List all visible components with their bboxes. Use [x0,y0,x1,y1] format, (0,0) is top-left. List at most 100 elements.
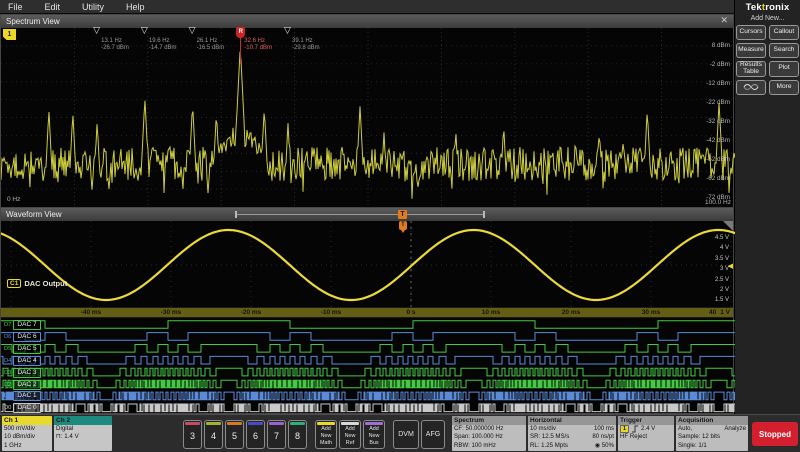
peak-marker-icon[interactable]: ▽ [93,26,100,35]
spectrum-y-label: -42 dBm [706,137,730,144]
volt-axis-label: 3 V [720,266,729,272]
digital-channel-name: DAC 4 [13,356,40,366]
time-axis-label: -40 ms [81,309,102,316]
digital-channel-id: D6 [4,334,11,340]
cursors-button[interactable]: Cursors [736,25,766,40]
analog-sine-trace [1,221,735,307]
horizontal-badge-row: RL: 1.25 Mpts◉ 50% [530,442,614,450]
menu-item-utility[interactable]: Utility [82,2,104,12]
reference-marker-icon[interactable]: R [236,27,245,38]
channel-6-button[interactable]: 6 [246,420,265,449]
panel-resize-grip[interactable] [723,221,733,231]
waveform-view-header[interactable]: Waveform View T [1,208,733,221]
ch2-badge-row: Digital [56,425,110,433]
time-axis-label: 10 ms [482,309,500,316]
acquisition-badge-row: Single: 1/1 [678,442,746,450]
callout-button[interactable]: Callout [769,25,799,40]
ch2-badge-title: Ch 2 [54,416,112,425]
more-button[interactable]: More [769,80,799,95]
add-button-label: AddNewBus [364,425,384,446]
ch1-badge-title: Ch 1 [2,416,52,425]
ch1-badge[interactable]: Ch 1 500 mV/div10 dBm/div1 GHz [2,416,52,451]
add-new-ref-button[interactable]: AddNewRef [339,420,361,449]
run-stop-button[interactable]: Stopped [752,422,798,446]
measure-button[interactable]: Measure [736,43,766,58]
plot-button[interactable]: Plot [769,61,799,77]
close-icon[interactable]: ✕ [720,15,728,26]
channel-8-button[interactable]: 8 [288,420,307,449]
add-new-math-button[interactable]: AddNewMath [315,420,337,449]
spectrum-view-header[interactable]: Spectrum View ✕ [1,15,733,28]
trigger-position-flag[interactable]: T [398,210,407,219]
acquisition-badge-row: Sample: 12 bits [678,433,746,441]
results-table-button[interactable]: Results Table [736,61,766,77]
mask-test-icon [743,82,759,92]
spectrum-view-title: Spectrum View [6,17,60,26]
digital-channel-label-dac-6[interactable]: D6DAC 6 [4,332,41,342]
digital-channel-name: DAC 2 [13,380,40,390]
menu-item-edit[interactable]: Edit [45,2,61,12]
acquisition-badge-row: Auto,Analyze [678,425,746,433]
ch2-badge[interactable]: Ch 2 Digital⊓: 1.4 V [54,416,112,451]
peak-marker-icon[interactable]: ▽ [189,26,196,35]
status-bar: Ch 1 500 mV/div10 dBm/div1 GHz Ch 2 Digi… [0,414,800,452]
acquisition-badge-title: Acquisition [676,416,748,425]
ch1-badge-row: 500 mV/div [4,425,50,433]
channel-4-button[interactable]: 4 [204,420,223,449]
afg-button[interactable]: AFG [421,420,445,449]
volt-axis-label: 1.5 V [715,297,729,303]
spectrum-badge[interactable]: Spectrum CF: 50.000000 HzSpan: 100.000 H… [452,416,526,451]
callout-text: DAC Output [24,279,67,288]
channel-callout[interactable]: C1 DAC Output [7,279,67,288]
digital-channel-label-dac-0[interactable]: D0DAC 0 [4,403,41,413]
peak-marker-icon[interactable]: ▽ [141,26,148,35]
digital-channel-id: D3 [4,370,11,376]
time-axis-label: -10 ms [321,309,342,316]
digital-channel-label-dac-3[interactable]: D3DAC 3 [4,368,41,378]
digital-channel-label-dac-5[interactable]: D5DAC 5 [4,344,41,354]
digital-channel-label-dac-4[interactable]: D4DAC 4 [4,356,41,366]
zoom-pan-scrollbar[interactable] [235,211,485,218]
menu-item-help[interactable]: Help [126,2,145,12]
ch1-badge-body: 500 mV/div10 dBm/div1 GHz [2,425,52,451]
waveform-view-panel: Waveform View T T C1 DAC Output ◀ 4.5 V4… [0,207,734,414]
digital-channel-label-dac-2[interactable]: D2DAC 2 [4,380,41,390]
mask-test-button[interactable] [736,80,766,95]
dvm-button[interactable]: DVM [393,420,419,449]
time-axis-label: -30 ms [161,309,182,316]
spectrum-plot-area[interactable]: 1 ▽13.1 Hz-26.7 dBm▽19.6 Hz-14.7 dBm▽26.… [1,28,733,207]
channel-3-button[interactable]: 3 [183,420,202,449]
spectrum-y-label: -2 dBm [710,61,730,68]
trigger-level: 2.4 V [641,425,655,433]
add-new-label: Add New... [735,15,800,22]
channel-buttons: 345678 [183,416,307,449]
peak-marker-label: 19.6 Hz-14.7 dBm [149,38,177,52]
channel-5-button[interactable]: 5 [225,420,244,449]
menu-item-file[interactable]: File [8,2,23,12]
channel-button-label: 4 [205,425,222,447]
digital-waveform-area[interactable]: D7DAC 7 D6DAC 6 D5DAC 5 D4DAC 4 D3DAC 3 D2DAC… [1,318,733,413]
volt-axis-label: 3.5 V [715,256,729,262]
time-axis-label: 30 ms [642,309,660,316]
horizontal-badge-row: 10 ms/div100 ms [530,425,614,433]
spectrum-y-label: -72 dBm [706,194,730,201]
digital-channel-label-dac-7[interactable]: D7DAC 7 [4,320,41,330]
peak-marker-icon[interactable]: ▽ [284,26,291,35]
channel-7-button[interactable]: 7 [267,420,286,449]
analog-waveform-area[interactable]: T C1 DAC Output ◀ 4.5 V4 V3.5 V3 V2.5 V2… [1,221,733,307]
spectrum-badge-row: CF: 50.000000 Hz [454,425,524,433]
trigger-badge[interactable]: Trigger 1 2.4 V HF Reject [618,416,674,451]
waveform-view-title: Waveform View [6,210,62,219]
horizontal-badge[interactable]: Horizontal 10 ms/div100 msSR: 12.5 MS/s8… [528,416,616,451]
peak-marker-label: 26.1 Hz-16.5 dBm [197,38,225,52]
reference-marker-stem [240,38,241,64]
search-button[interactable]: Search [769,43,799,58]
trigger-position-pin[interactable]: T [399,221,407,230]
digital-channel-label-dac-1[interactable]: D1DAC 1 [4,391,41,401]
acquisition-badge[interactable]: Acquisition Auto,AnalyzeSample: 12 bitsS… [676,416,748,451]
channel-button-label: 6 [247,425,264,447]
channel-button-label: 3 [184,425,201,447]
add-new-bus-button[interactable]: AddNewBus [363,420,385,449]
spectrum-trace-handle[interactable]: 1 [3,29,16,40]
peak-marker-label: 13.1 Hz-26.7 dBm [101,38,129,52]
